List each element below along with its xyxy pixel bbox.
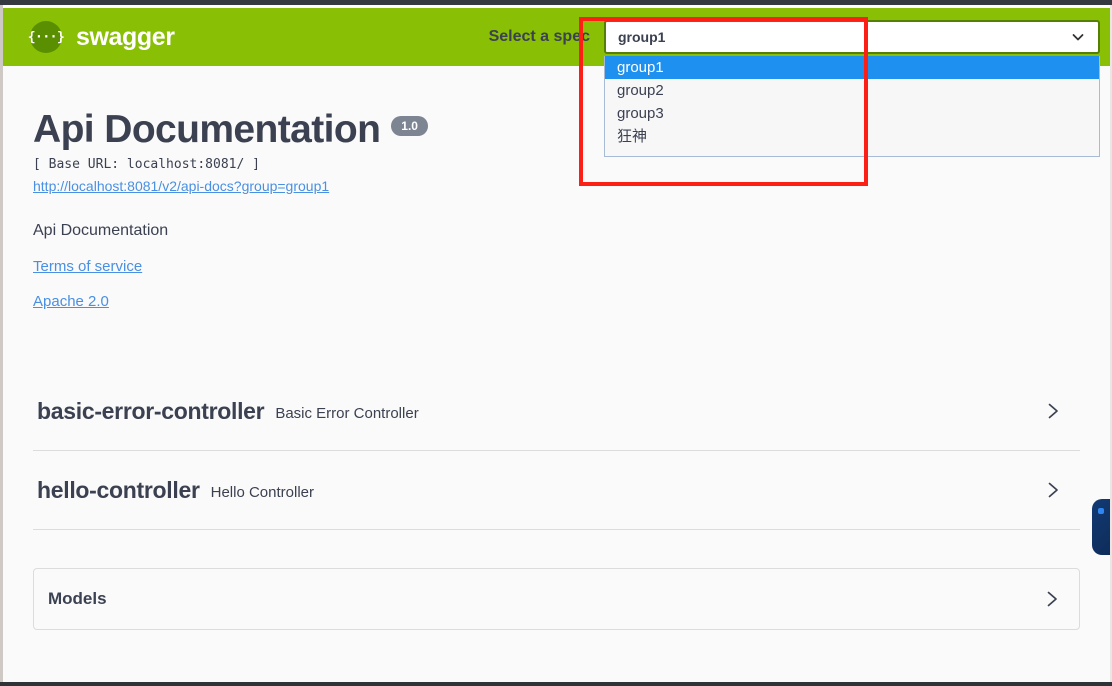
spec-option-kuangshen[interactable]: 狂神 [605,125,1099,148]
api-description: Api Documentation [33,222,169,239]
tag-block: hello-controller Hello Controller [33,451,1080,530]
base-url: [ Base URL: localhost:8081/ ] [33,157,260,172]
spec-option-group1[interactable]: group1 [605,56,1099,79]
browser-bottom-strip [0,682,1112,686]
terms-of-service-link[interactable]: Terms of service [33,258,142,275]
widget-indicator-dot [1098,508,1104,514]
spec-option-group2[interactable]: group2 [605,79,1099,102]
tag-row-basic-error-controller[interactable]: basic-error-controller Basic Error Contr… [33,372,1080,450]
swagger-topbar: {···} swagger Select a spec group1 group… [3,8,1110,157]
chevron-down-icon [1072,31,1084,43]
models-row[interactable]: Models [34,569,1079,629]
api-docs-link[interactable]: http://localhost:8081/v2/api-docs?group=… [33,178,329,194]
spec-select-option-list[interactable]: group1 group2 group3 狂神 [604,56,1100,157]
tag-name: basic-error-controller [37,397,265,424]
version-badge: 1.0 [391,116,428,136]
license-link[interactable]: Apache 2.0 [33,293,109,310]
spec-selector-area: Select a spec group1 group1 group2 group… [488,20,1100,157]
chevron-right-icon[interactable] [1043,401,1063,421]
swagger-ui-page: {···} swagger Select a spec group1 group… [3,5,1110,682]
page-title: Api Documentation [33,108,381,151]
chevron-right-icon[interactable] [1042,589,1062,609]
models-section: Models [33,568,1080,630]
models-title: Models [48,589,107,608]
tag-block: basic-error-controller Basic Error Contr… [33,372,1080,451]
swagger-logo-text: swagger [76,22,175,51]
chevron-right-icon[interactable] [1043,480,1063,500]
spec-select-host: group1 group1 group2 group3 狂神 [604,20,1100,157]
tag-row-hello-controller[interactable]: hello-controller Hello Controller [33,451,1080,529]
tag-description: Basic Error Controller [275,404,419,422]
tag-description: Hello Controller [210,483,314,501]
swagger-logo[interactable]: {···} swagger [28,21,175,53]
spec-option-group3[interactable]: group3 [605,102,1099,125]
spec-select[interactable]: group1 [604,20,1100,54]
spec-select-value: group1 [618,29,666,45]
tag-sections: basic-error-controller Basic Error Contr… [33,372,1080,530]
tag-name: hello-controller [37,476,200,503]
floating-side-widget[interactable] [1092,499,1110,555]
select-a-spec-label: Select a spec [488,28,590,45]
swagger-braces-icon: {···} [28,21,65,53]
